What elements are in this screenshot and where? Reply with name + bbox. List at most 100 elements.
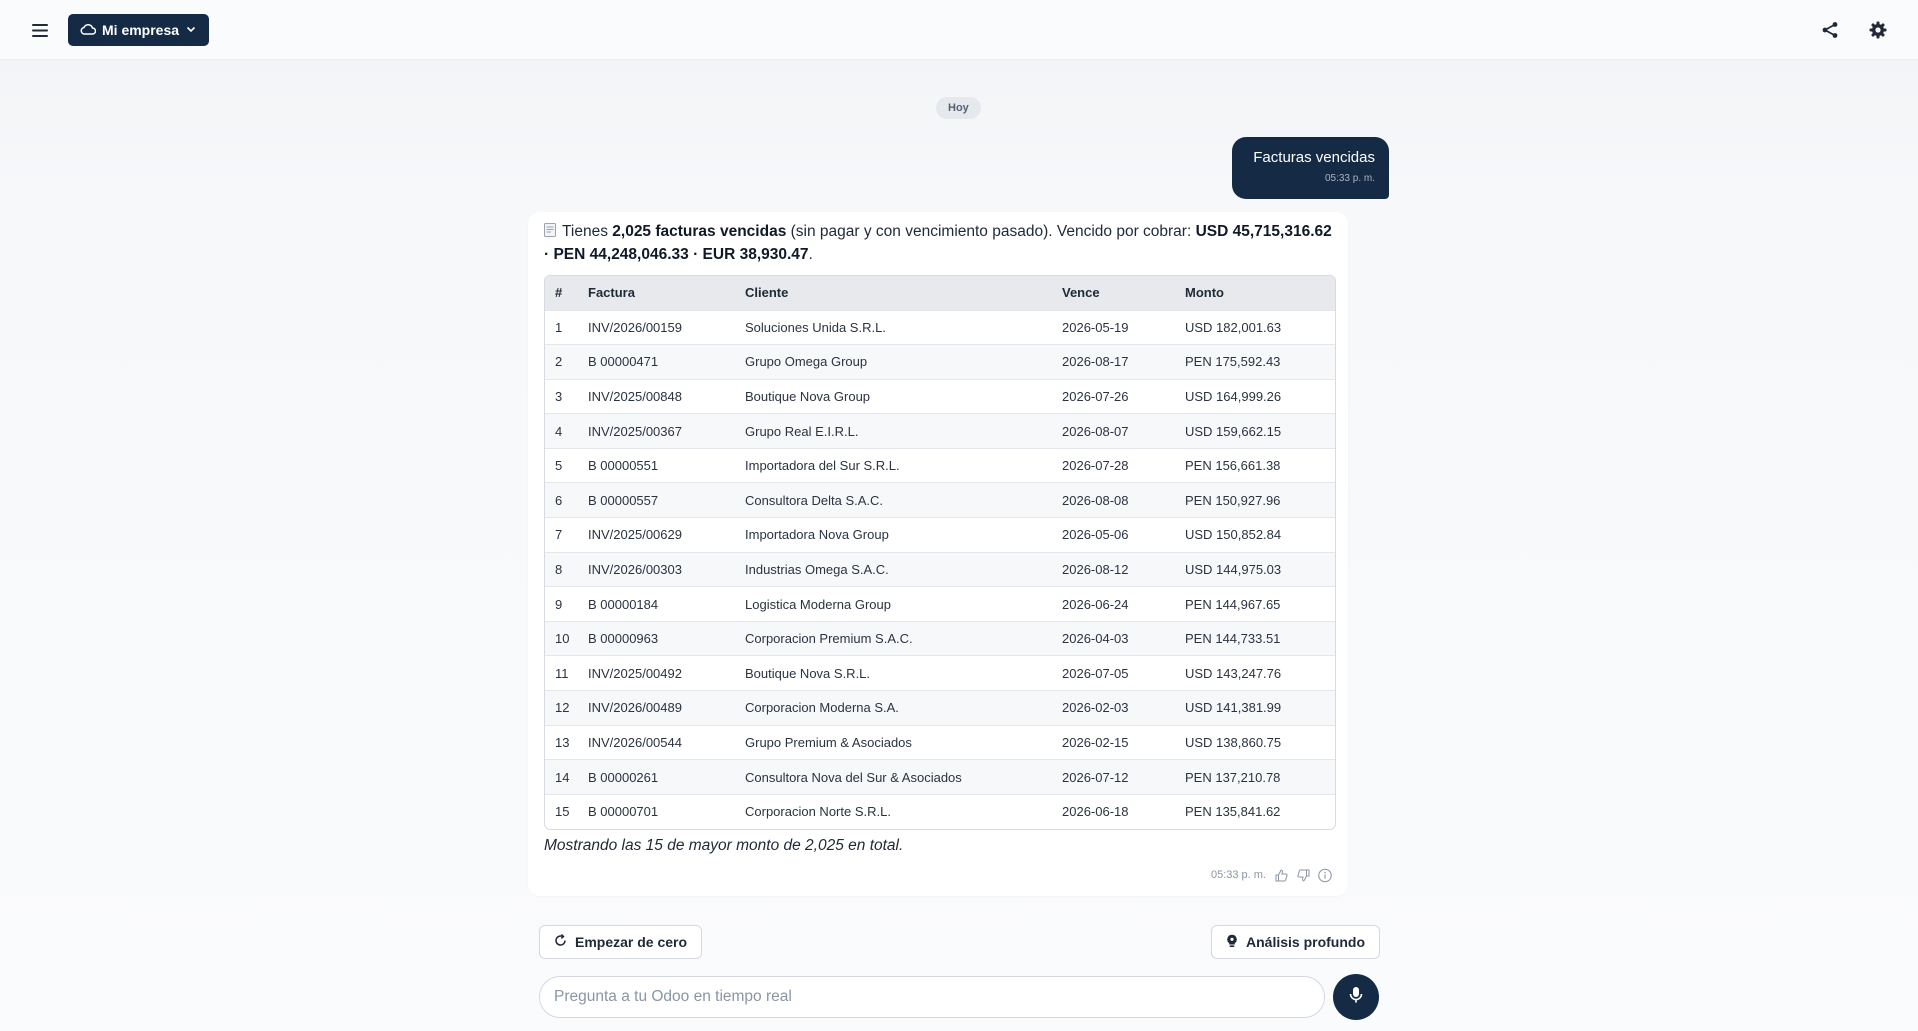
cell-due: 2026-04-03 xyxy=(1062,631,1129,647)
cell-due: 2026-06-24 xyxy=(1062,596,1129,612)
table-row: 5 B 00000551 Importadora del Sur S.R.L. 202… xyxy=(545,448,1335,483)
menu-icon[interactable] xyxy=(28,18,52,42)
company-selector-button[interactable]: Mi empresa xyxy=(68,14,210,46)
cell-client: Importadora Nova Group xyxy=(745,527,889,543)
cell-invoice: B 00000551 xyxy=(588,458,659,474)
company-label: Mi empresa xyxy=(102,22,180,38)
cell-due: 2026-07-12 xyxy=(1062,769,1129,785)
cell-number: 12 xyxy=(555,700,570,716)
cloud-icon xyxy=(80,22,97,38)
column-header-due: Vence xyxy=(1062,285,1100,301)
restart-label: Empezar de cero xyxy=(575,934,688,950)
cell-client: Soluciones Unida S.R.L. xyxy=(745,319,886,335)
microphone-button[interactable] xyxy=(1333,974,1379,1020)
table-row: 4 INV/2025/00367 Grupo Real E.I.R.L. 2026-0… xyxy=(545,413,1335,449)
cell-amount: USD 138,860.75 xyxy=(1185,734,1282,750)
cell-due: 2026-06-18 xyxy=(1062,804,1129,820)
cell-client: Consultora Delta S.A.C. xyxy=(745,492,884,508)
info-icon[interactable] xyxy=(1318,868,1332,882)
column-header-client: Cliente xyxy=(745,285,789,301)
gear-icon[interactable] xyxy=(1866,18,1890,42)
cell-number: 11 xyxy=(555,665,569,681)
cell-number: 13 xyxy=(555,734,570,750)
table-row: 10 B 00000963 Corporacion Premium S.A.C. 20… xyxy=(545,621,1335,656)
cell-amount: USD 150,852.84 xyxy=(1185,527,1282,543)
cell-invoice: INV/2026/00489 xyxy=(588,700,682,716)
cell-client: Industrias Omega S.A.C. xyxy=(745,561,889,577)
cell-number: 10 xyxy=(555,631,570,647)
cell-client: Corporacion Norte S.R.L. xyxy=(745,804,891,820)
cell-number: 15 xyxy=(555,804,570,820)
chat-input[interactable] xyxy=(539,976,1325,1018)
user-message-text: Facturas vencidas xyxy=(1253,149,1375,166)
cell-client: Corporacion Premium S.A.C. xyxy=(745,631,913,647)
cell-due: 2026-05-19 xyxy=(1062,319,1129,335)
assistant-summary: Tienes 2,025 facturas vencidas (sin paga… xyxy=(544,220,1334,266)
cell-invoice: B 00000701 xyxy=(588,804,659,820)
top-bar: Mi empresa xyxy=(0,0,1918,60)
cell-number: 8 xyxy=(555,561,563,577)
cell-amount: PEN 137,210.78 xyxy=(1185,769,1281,785)
summary-middle: (sin pagar y con vencimiento pasado). Ve… xyxy=(786,223,1196,240)
invoices-table: # Factura Cliente Vence Monto 1 INV/2026/… xyxy=(544,275,1336,830)
column-header-number: # xyxy=(555,285,563,301)
cell-number: 7 xyxy=(555,527,563,543)
table-row: 9 B 00000184 Logistica Moderna Group 2026-0… xyxy=(545,586,1335,622)
cell-due: 2026-07-28 xyxy=(1062,458,1129,474)
cell-client: Logistica Moderna Group xyxy=(745,596,891,612)
restart-button[interactable]: Empezar de cero xyxy=(539,925,703,959)
chevron-down-icon xyxy=(185,22,197,38)
thumbs-down-icon[interactable] xyxy=(1296,868,1310,882)
cell-due: 2026-02-03 xyxy=(1062,700,1129,716)
cell-number: 6 xyxy=(555,492,563,508)
cell-invoice: INV/2026/00544 xyxy=(588,734,682,750)
cell-invoice: B 00000261 xyxy=(588,769,659,785)
cell-invoice: INV/2026/00303 xyxy=(588,561,682,577)
table-row: 14 B 00000261 Consultora Nova del Sur & As… xyxy=(545,759,1335,795)
cell-number: 5 xyxy=(555,458,563,474)
thumbs-up-icon[interactable] xyxy=(1274,868,1288,882)
table-row: 13 INV/2026/00544 Grupo Premium & Asociado… xyxy=(545,725,1335,760)
cell-number: 9 xyxy=(555,596,563,612)
assistant-message-card: Tienes 2,025 facturas vencidas (sin paga… xyxy=(528,212,1348,896)
cell-client: Grupo Real E.I.R.L. xyxy=(745,423,859,439)
table-row: 12 INV/2026/00489 Corporacion Moderna S.A.… xyxy=(545,690,1335,726)
deep-analysis-label: Análisis profundo xyxy=(1246,934,1365,950)
cell-amount: PEN 144,967.65 xyxy=(1185,596,1281,612)
lightbulb-icon xyxy=(1226,934,1238,951)
cell-client: Boutique Nova S.R.L. xyxy=(745,665,871,681)
table-row: 6 B 00000557 Consultora Delta S.A.C. 2026-0… xyxy=(545,482,1335,518)
cell-invoice: B 00000557 xyxy=(588,492,659,508)
cell-invoice: INV/2025/00367 xyxy=(588,423,682,439)
date-chip: Hoy xyxy=(936,97,981,119)
cell-due: 2026-02-15 xyxy=(1062,734,1129,750)
table-header-row: # Factura Cliente Vence Monto xyxy=(545,276,1335,310)
cell-amount: USD 144,975.03 xyxy=(1185,561,1282,577)
cell-number: 4 xyxy=(555,423,563,439)
cell-due: 2026-08-17 xyxy=(1062,354,1129,370)
cell-amount: PEN 144,733.51 xyxy=(1185,631,1281,647)
user-message-time: 05:33 p. m. xyxy=(1324,173,1375,184)
deep-analysis-button[interactable]: Análisis profundo xyxy=(1211,925,1380,959)
summary-suffix: . xyxy=(808,246,813,263)
column-header-amount: Monto xyxy=(1185,285,1224,301)
table-row: 3 INV/2025/00848 Boutique Nova Group 2026-0… xyxy=(545,379,1335,414)
table-body: 1 INV/2026/00159 Soluciones Unida S.R.L. 20… xyxy=(545,310,1335,829)
assistant-message-time: 05:33 p. m. xyxy=(1210,869,1266,881)
cell-amount: PEN 175,592.43 xyxy=(1185,354,1281,370)
cell-invoice: B 00000184 xyxy=(588,596,659,612)
table-row: 7 INV/2025/00629 Importadora Nova Group 202… xyxy=(545,517,1335,553)
cell-due: 2026-07-05 xyxy=(1062,665,1129,681)
cell-due: 2026-07-26 xyxy=(1062,388,1129,404)
summary-prefix: Tienes xyxy=(562,223,613,240)
cell-client: Corporacion Moderna S.A. xyxy=(745,700,899,716)
refresh-icon xyxy=(554,933,567,950)
cell-invoice: B 00000963 xyxy=(588,631,659,647)
cell-invoice: INV/2026/00159 xyxy=(588,319,682,335)
cell-number: 2 xyxy=(555,354,563,370)
cell-client: Consultora Nova del Sur & Asociados xyxy=(745,769,962,785)
cell-invoice: INV/2025/00492 xyxy=(588,665,682,681)
table-row: 15 B 00000701 Corporacion Norte S.R.L. 2026… xyxy=(545,794,1335,829)
share-icon[interactable] xyxy=(1818,18,1842,42)
document-icon xyxy=(544,221,556,237)
